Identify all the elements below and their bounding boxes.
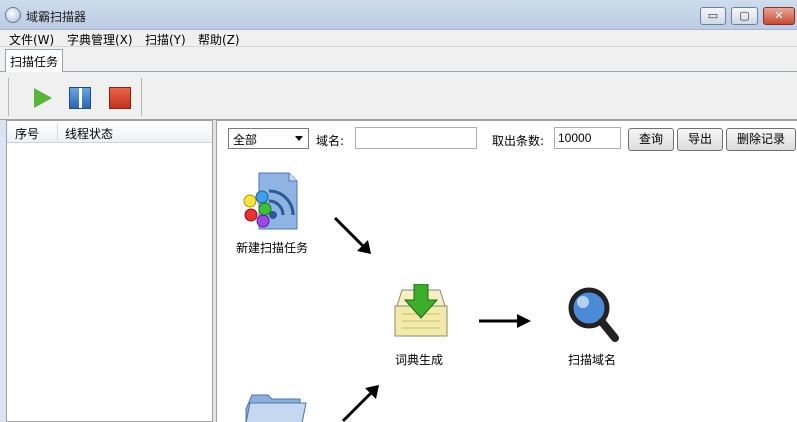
delete-records-button[interactable]: 删除记录 xyxy=(726,128,796,151)
task-list-header: 序号 线程状态 xyxy=(7,121,212,143)
menu-scan[interactable]: 扫描(Y) xyxy=(145,31,186,48)
stop-icon[interactable] xyxy=(109,87,131,109)
folder-icon[interactable] xyxy=(244,389,310,422)
task-list[interactable]: 序号 线程状态 xyxy=(6,120,213,422)
arrow-right-icon xyxy=(479,314,531,328)
maximize-button[interactable]: ▢ xyxy=(731,7,758,25)
window-title: 域霸扫描器 xyxy=(26,10,87,24)
minimize-button[interactable]: ▭ xyxy=(700,7,726,25)
column-index[interactable]: 序号 xyxy=(15,125,39,142)
magnifier-icon[interactable] xyxy=(567,286,619,344)
filter-select[interactable]: 全部 xyxy=(228,128,309,149)
menu-file[interactable]: 文件(W) xyxy=(9,31,54,48)
domain-input[interactable] xyxy=(355,127,477,149)
count-label: 取出条数: xyxy=(492,134,545,148)
domain-label: 域名: xyxy=(316,134,345,148)
scan-domain-label[interactable]: 扫描域名 xyxy=(568,351,616,368)
arrow-down-right-icon xyxy=(333,216,371,254)
column-divider[interactable] xyxy=(57,123,58,141)
toolbar-group xyxy=(8,78,142,116)
pause-icon[interactable] xyxy=(69,87,91,109)
menu-help[interactable]: 帮助(Z) xyxy=(198,31,240,48)
new-task-icon[interactable] xyxy=(241,171,299,233)
arrow-up-right-icon xyxy=(341,385,379,422)
export-button[interactable]: 导出 xyxy=(677,128,723,151)
tab-scan-tasks[interactable]: 扫描任务 xyxy=(5,49,63,72)
filter-select-value: 全部 xyxy=(233,133,258,147)
query-button[interactable]: 查询 xyxy=(628,128,674,151)
dictionary-generate-icon[interactable] xyxy=(392,284,450,339)
main-panel: 全部 域名: 取出条数: 查询 导出 删除记录 新建扫描任务 词典生成 xyxy=(216,120,797,422)
title-bar: 域霸扫描器 ▭ ▢ ✕ xyxy=(0,0,797,30)
new-task-label[interactable]: 新建扫描任务 xyxy=(236,239,308,256)
close-button[interactable]: ✕ xyxy=(763,7,795,25)
toolbar xyxy=(0,72,797,120)
menu-dictionary[interactable]: 字典管理(X) xyxy=(67,31,133,48)
dictionary-generate-label[interactable]: 词典生成 xyxy=(395,351,443,368)
menu-bar: 文件(W) 字典管理(X) 扫描(Y) 帮助(Z) xyxy=(0,30,797,47)
app-icon xyxy=(5,7,21,23)
count-input[interactable] xyxy=(554,127,621,149)
tab-bar: 扫描任务 xyxy=(0,47,797,72)
play-icon[interactable] xyxy=(31,87,53,109)
column-thread-status[interactable]: 线程状态 xyxy=(65,125,113,142)
